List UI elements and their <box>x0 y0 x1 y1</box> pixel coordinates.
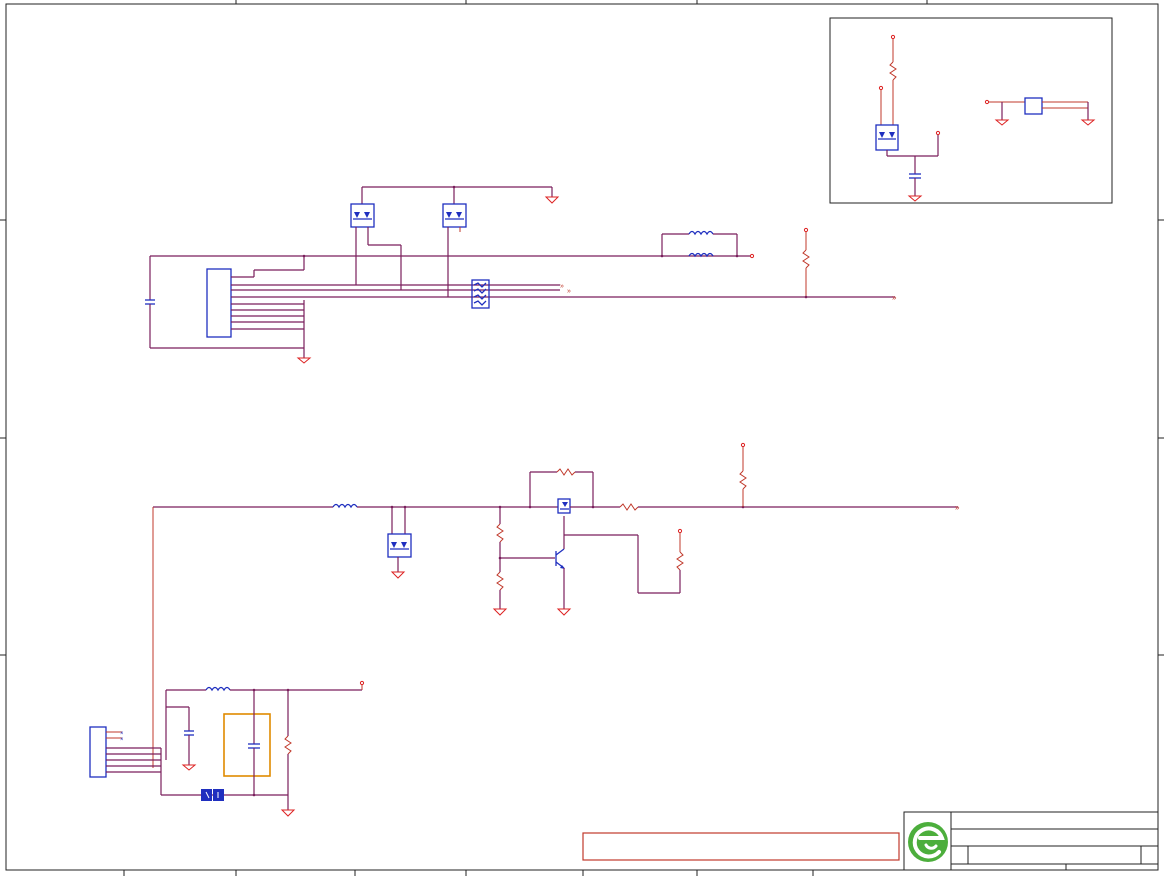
tvs-diode-2 <box>442 203 467 228</box>
connector-filter-circuit: » » » <box>145 185 897 364</box>
inductor-1 <box>688 230 714 236</box>
ground-icon <box>492 608 508 616</box>
series-resistor <box>619 503 639 511</box>
tvs-diode-3 <box>387 533 412 558</box>
net-arrow: » <box>560 283 564 290</box>
schematic-sheet: » » » » × × <box>0 0 1164 876</box>
net-arrow: » <box>567 288 571 295</box>
ground-icon <box>994 119 1010 126</box>
inset-resistor <box>889 61 897 81</box>
net-arrow: » <box>955 503 960 512</box>
inductor-4 <box>205 686 231 692</box>
mosfet-q1 <box>557 498 571 514</box>
sheet-border <box>5 3 1159 871</box>
pullup-resistor <box>802 249 810 269</box>
highlight-box <box>223 713 271 777</box>
note-box <box>582 832 900 861</box>
ground-icon <box>1080 119 1096 126</box>
inductor-3 <box>332 503 358 509</box>
inset-circuit <box>829 17 1113 204</box>
bypass-resistor <box>556 468 576 476</box>
tvs-diode-1 <box>350 203 375 228</box>
schematic-canvas: » » » » × × <box>0 0 1164 876</box>
connector-j1 <box>206 268 232 338</box>
power-switch-circuit: » <box>153 442 960 616</box>
inset-tvs-diode <box>875 124 899 151</box>
connector-j2 <box>89 726 107 778</box>
net-arrow: » <box>892 293 897 302</box>
gate-resistor <box>676 551 684 571</box>
ground-icon <box>907 195 923 202</box>
bleed-resistor <box>284 735 292 755</box>
ground-icon <box>544 196 560 204</box>
divider-resistor-bottom <box>496 571 504 591</box>
input-filter-circuit: × × <box>89 680 365 817</box>
ground-icon <box>296 357 312 364</box>
inset-border <box>829 17 1113 204</box>
company-logo-icon <box>908 822 948 862</box>
svg-text:×: × <box>120 737 124 743</box>
inset-ic <box>1024 97 1043 115</box>
ground-icon <box>390 571 406 579</box>
output-pullup-resistor <box>739 470 747 490</box>
zone-ticks <box>0 0 1164 876</box>
ground-icon <box>280 809 296 817</box>
ground-icon <box>556 608 572 616</box>
divider-resistor-top <box>496 523 504 543</box>
ground-icon <box>181 764 197 771</box>
title-block <box>903 811 1159 871</box>
fuse-block <box>201 789 212 801</box>
